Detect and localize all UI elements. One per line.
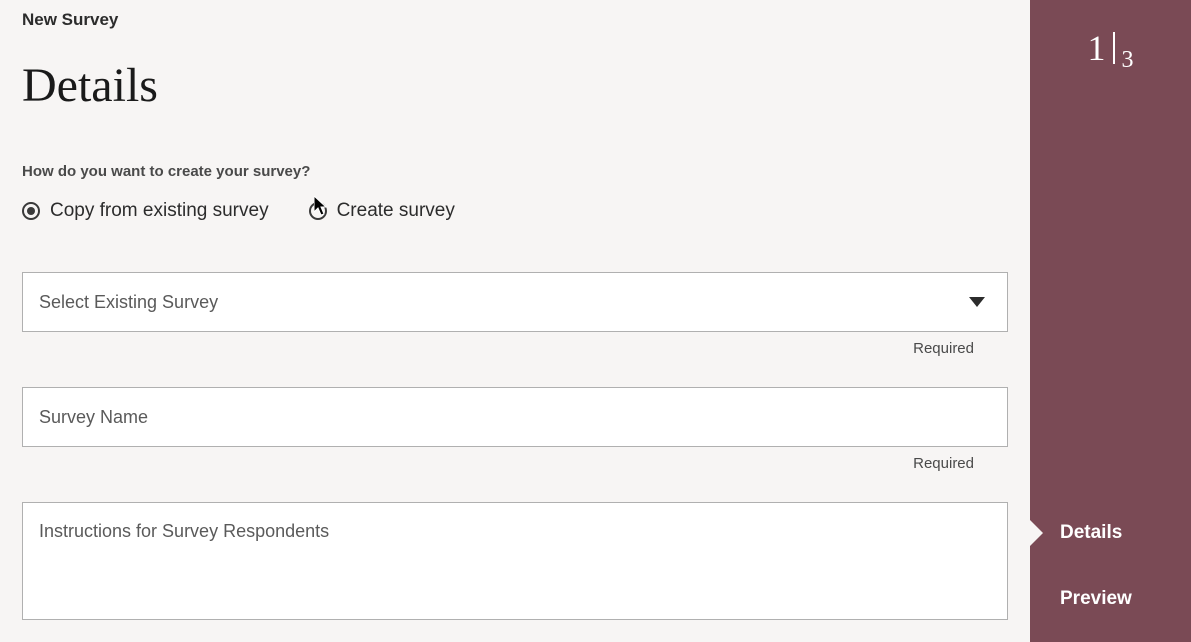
survey-name-input[interactable]: Survey Name [22, 387, 1008, 447]
breadcrumb: New Survey [22, 10, 1008, 30]
sidebar-item-details-label: Details [1060, 522, 1122, 543]
create-method-radio-group: Copy from existing survey Create survey [22, 200, 1008, 222]
instructions-placeholder: Instructions for Survey Respondents [39, 521, 329, 542]
step-indicator: 1 3 [1030, 0, 1191, 66]
radio-create-survey[interactable]: Create survey [309, 200, 455, 222]
survey-name-placeholder: Survey Name [39, 407, 148, 428]
sidebar-item-details[interactable]: Details [1030, 500, 1191, 566]
stepper-sidebar: 1 3 Details Preview [1030, 0, 1191, 642]
name-required-label: Required [22, 455, 974, 472]
sidebar-item-preview[interactable]: Preview [1030, 566, 1191, 632]
radio-copy-existing[interactable]: Copy from existing survey [22, 200, 269, 222]
radio-copy-existing-label: Copy from existing survey [50, 200, 269, 222]
sidebar-item-preview-label: Preview [1060, 588, 1132, 609]
select-required-label: Required [22, 340, 974, 357]
select-existing-survey-placeholder: Select Existing Survey [39, 292, 218, 313]
radio-create-survey-label: Create survey [337, 200, 455, 222]
step-divider-icon [1113, 32, 1115, 64]
step-total: 3 [1122, 48, 1134, 72]
step-current: 1 [1088, 30, 1106, 66]
select-existing-survey-dropdown[interactable]: Select Existing Survey [22, 272, 1008, 332]
create-method-question: How do you want to create your survey? [22, 163, 1008, 180]
radio-unselected-icon [309, 202, 327, 220]
instructions-textarea[interactable]: Instructions for Survey Respondents [22, 502, 1008, 620]
radio-selected-icon [22, 202, 40, 220]
chevron-down-icon [969, 297, 985, 307]
page-title: Details [22, 58, 1008, 113]
